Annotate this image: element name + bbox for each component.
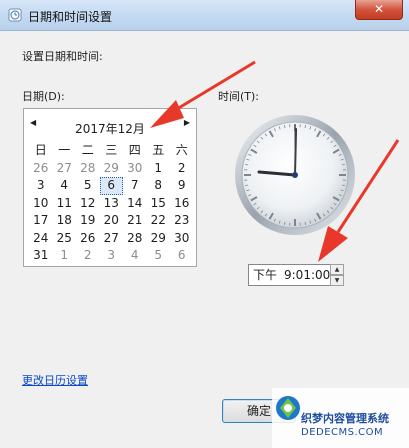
calendar-day[interactable]: 27 [53,160,77,178]
calendar-day[interactable]: 26 [76,230,100,248]
spin-down-button[interactable]: ▼ [330,275,344,286]
calendar-day[interactable]: 19 [76,212,100,230]
calendar-day[interactable]: 23 [170,212,194,230]
calendar-day[interactable]: 2 [170,160,194,178]
calendar-day[interactable]: 22 [147,212,171,230]
calendar-day[interactable]: 31 [29,247,53,265]
calendar-day[interactable]: 28 [123,230,147,248]
calendar-day[interactable]: 4 [53,177,77,195]
calendar-day[interactable]: 1 [147,160,171,178]
time-ampm[interactable]: 下午 [253,265,277,285]
change-calendar-settings-link[interactable]: 更改日历设置 [22,372,88,388]
calendar-grid: 日一二三四五六 26 27 28 29 30 1 2 3 4 5 6 7 8 9 10 11 12 13 14 15 16… [29,142,194,265]
calendar-day[interactable]: 8 [147,177,171,195]
time-input[interactable]: 下午 9:01:00 [248,264,331,286]
calendar-day[interactable]: 13 [100,195,124,213]
weekday-header: 三 [105,143,118,157]
calendar-day[interactable]: 29 [147,230,171,248]
date-label: 日期(D): [22,90,65,103]
analog-clock [235,115,355,235]
calendar-day[interactable]: 24 [29,230,53,248]
calendar-day[interactable]: 2 [76,247,100,265]
calendar-day[interactable]: 20 [100,212,124,230]
calendar-day[interactable]: 30 [170,230,194,248]
weekday-header: 二 [81,143,94,157]
calendar-day[interactable]: 7 [123,177,147,195]
calendar-day[interactable]: 5 [147,247,171,265]
watermark-url: DEDECMS.COM [301,427,384,438]
calendar-day[interactable]: 9 [170,177,194,195]
calendar-day[interactable]: 3 [100,247,124,265]
calendar-day[interactable]: 21 [123,212,147,230]
calendar-day[interactable]: 11 [53,195,77,213]
calendar-day[interactable]: 15 [147,195,171,213]
calendar-day[interactable]: 10 [29,195,53,213]
calendar-day[interactable]: 26 [29,160,53,178]
time-value[interactable]: 9:01:00 [284,265,330,285]
weekday-header: 一 [58,143,71,157]
calendar[interactable]: ◀ 2017年12月 ▶ 日一二三四五六 26 27 28 29 30 1 2 3 4 5 6 7 8 9 1… [23,108,197,267]
window-title: 日期和时间设置 [28,10,113,24]
calendar-day[interactable]: 4 [123,247,147,265]
weekday-header: 五 [152,143,165,157]
close-button[interactable]: ✕ [355,0,403,20]
watermark-text: 织梦内容管理系统 [301,412,389,425]
calendar-day[interactable]: 3 [29,177,53,195]
calendar-clock-icon [8,8,22,22]
calendar-day[interactable]: 29 [100,160,124,178]
close-icon: ✕ [373,2,385,16]
calendar-day[interactable]: 1 [53,247,77,265]
weekday-header: 四 [128,143,141,157]
weekday-header: 六 [175,143,188,157]
calendar-day[interactable]: 5 [76,177,100,195]
calendar-day[interactable]: 16 [170,195,194,213]
calendar-day[interactable]: 17 [29,212,53,230]
weekday-header: 日 [34,143,47,157]
calendar-day[interactable]: 27 [100,230,124,248]
calendar-day[interactable]: 28 [76,160,100,178]
calendar-day[interactable]: 12 [76,195,100,213]
calendar-day[interactable]: 14 [123,195,147,213]
time-label: 时间(T): [218,90,260,103]
title-bar: 日期和时间设置 ✕ [0,0,409,31]
calendar-day[interactable]: 25 [53,230,77,248]
spin-up-button[interactable]: ▲ [330,264,344,275]
time-spinner[interactable]: ▲ ▼ [330,264,344,286]
calendar-day[interactable]: 6 [170,247,194,265]
calendar-day[interactable]: 6 [99,177,123,195]
calendar-day[interactable]: 18 [53,212,77,230]
next-month-button[interactable]: ▶ [184,118,190,127]
calendar-month-title[interactable]: 2017年12月 [24,120,196,137]
calendar-day[interactable]: 30 [123,160,147,178]
section-heading: 设置日期和时间: [22,50,103,63]
